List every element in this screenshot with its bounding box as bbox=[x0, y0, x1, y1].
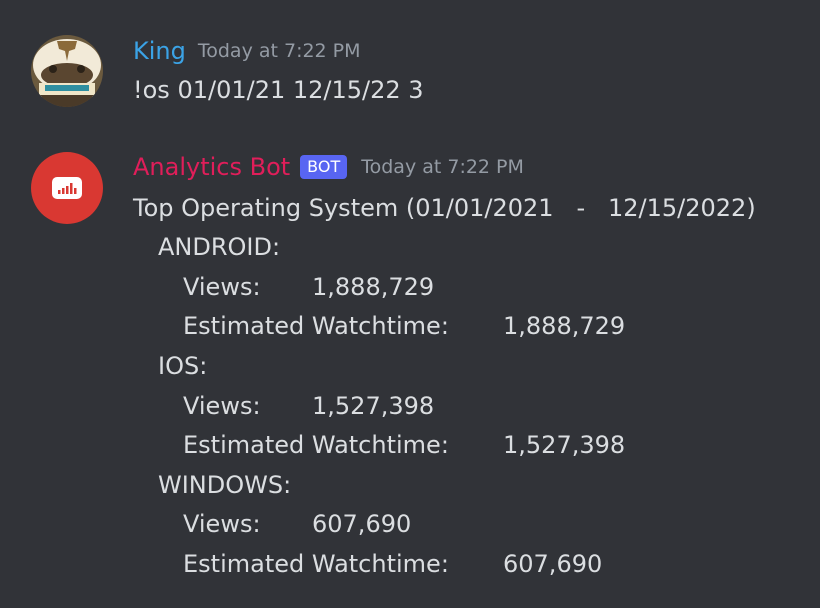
views-value: 607,690 bbox=[312, 510, 412, 538]
bot-author-line: Analytics Bot BOT Today at 7:22 PM bbox=[133, 152, 524, 182]
views-value: 1,527,398 bbox=[312, 392, 435, 420]
report-title: Top Operating System (01/01/2021 - 12/15… bbox=[133, 194, 756, 222]
watchtime-label: Estimated Watchtime: bbox=[183, 550, 449, 578]
watchtime-value: 1,527,398 bbox=[503, 431, 626, 459]
watchtime-label: Estimated Watchtime: bbox=[183, 431, 449, 459]
views-label: Views: bbox=[183, 510, 261, 538]
section-android-heading: ANDROID: bbox=[158, 233, 281, 261]
watchtime-label: Estimated Watchtime: bbox=[183, 312, 449, 340]
bot-timestamp[interactable]: Today at 7:22 PM bbox=[361, 156, 524, 178]
bar-chart-icon bbox=[52, 177, 82, 199]
views-label: Views: bbox=[183, 273, 261, 301]
views-label: Views: bbox=[183, 392, 261, 420]
bot-message: Analytics Bot BOT Today at 7:22 PM Top O… bbox=[0, 0, 820, 608]
watchtime-value: 607,690 bbox=[503, 550, 603, 578]
bot-badge: BOT bbox=[300, 155, 348, 179]
watchtime-value: 1,888,729 bbox=[503, 312, 626, 340]
bot-avatar[interactable] bbox=[31, 152, 103, 224]
section-windows-heading: WINDOWS: bbox=[158, 471, 292, 499]
section-ios-heading: IOS: bbox=[158, 352, 208, 380]
bot-author-name[interactable]: Analytics Bot bbox=[133, 153, 290, 181]
views-value: 1,888,729 bbox=[312, 273, 435, 301]
